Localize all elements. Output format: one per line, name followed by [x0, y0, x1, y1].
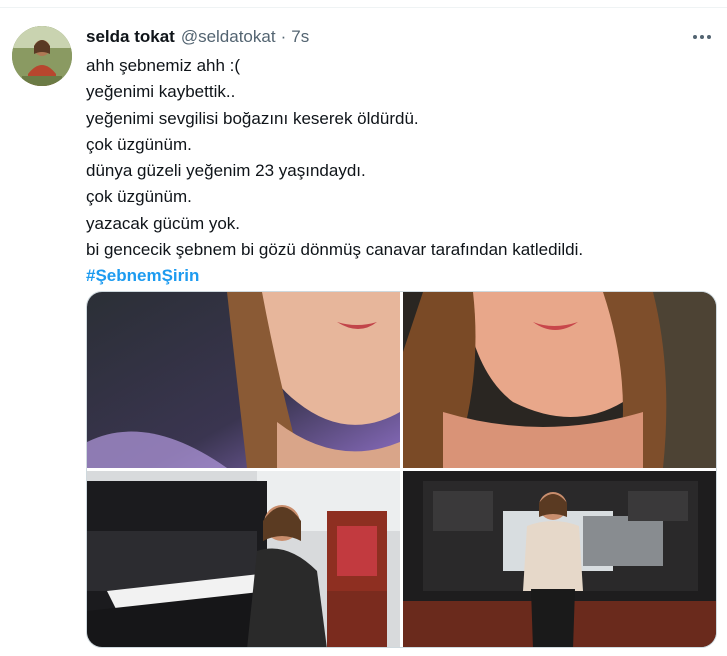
author-handle[interactable]: @seldatokat — [181, 27, 276, 47]
tweet-text-line: yeğenimi sevgilisi boğazını keserek öldü… — [86, 108, 419, 128]
tweet-text-line: çok üzgünüm. — [86, 187, 192, 207]
tweet-text: ahh şebnemiz ahh :( yeğenimi kaybettik..… — [86, 53, 706, 290]
author-name[interactable]: selda tokat — [86, 27, 175, 47]
tweet-text-line: dünya güzeli yeğenim 23 yaşındaydı. — [86, 161, 366, 181]
tweet-text-line: yazacak gücüm yok. — [86, 213, 241, 233]
tweet-text-line: bi gencecik şebnem bi gözü dönmüş canava… — [86, 240, 584, 260]
tweet-text-line: yeğenimi kaybettik.. — [86, 82, 236, 102]
media-grid — [86, 291, 717, 648]
more-horizontal-icon — [693, 35, 711, 39]
timeline-divider — [0, 0, 727, 8]
tweet-photo-2[interactable] — [403, 292, 716, 468]
avatar[interactable] — [12, 26, 72, 86]
tweet-photo-3[interactable] — [87, 471, 400, 647]
tweet-timestamp[interactable]: 7s — [291, 27, 309, 47]
tweet-text-line: ahh şebnemiz ahh :( — [86, 56, 241, 75]
tweet[interactable]: selda tokat @seldatokat · 7s ahh şebnemi… — [0, 8, 727, 656]
tweet-photo-1[interactable] — [87, 292, 400, 468]
tweet-header: selda tokat @seldatokat · 7s — [86, 26, 309, 48]
tweet-text-line: çok üzgünüm. — [86, 134, 192, 154]
tweet-photo-4[interactable] — [403, 471, 716, 647]
more-options-button[interactable] — [691, 26, 713, 48]
hashtag-link[interactable]: #ŞebnemŞirin — [86, 263, 706, 289]
separator-dot: · — [280, 27, 287, 46]
